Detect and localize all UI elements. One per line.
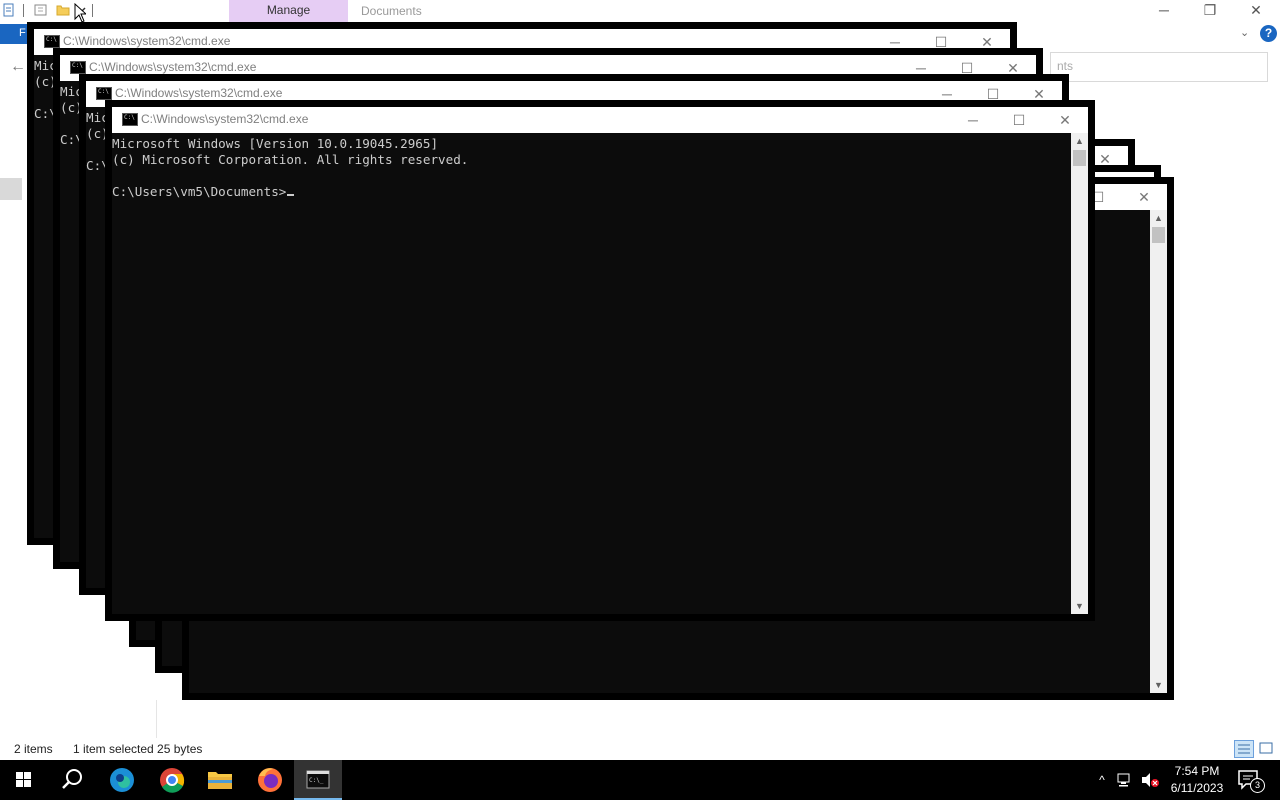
- address-text: nts: [1057, 59, 1074, 73]
- cmd-titlebar[interactable]: C:\Windows\system32\cmd.exe ─ ☐ ✕: [86, 81, 1062, 107]
- nav-pane-divider: [156, 700, 157, 738]
- close-button[interactable]: ✕: [1233, 0, 1279, 22]
- selection-info: 1 item selected 25 bytes: [73, 742, 203, 756]
- volume-muted-icon[interactable]: [1140, 771, 1160, 789]
- status-bar: 2 items 1 item selected 25 bytes: [0, 738, 1280, 760]
- scroll-down-arrow-icon[interactable]: ▼: [1071, 598, 1088, 614]
- file-explorer-icon[interactable]: [196, 760, 244, 800]
- details-view-icon[interactable]: [1234, 740, 1254, 758]
- minimize-button[interactable]: ─: [898, 55, 944, 81]
- close-icon[interactable]: ✕: [1082, 146, 1128, 172]
- cmd-window-title: C:\Windows\system32\cmd.exe: [89, 60, 257, 74]
- file-tab[interactable]: F: [0, 24, 28, 44]
- explorer-titlebar: Manage Documents ─ ❐ ✕: [0, 0, 1280, 22]
- minimize-button[interactable]: ─: [872, 29, 918, 55]
- separator: [92, 4, 93, 17]
- minimize-button[interactable]: ─: [1141, 0, 1187, 22]
- close-button[interactable]: ✕: [990, 55, 1036, 81]
- close-button[interactable]: ✕: [964, 29, 1010, 55]
- cmd-window-title: C:\Windows\system32\cmd.exe: [63, 34, 231, 48]
- console-output[interactable]: Microsoft Windows [Version 10.0.19045.29…: [112, 133, 1088, 614]
- cmd-taskbar-icon[interactable]: C:\_: [294, 760, 342, 800]
- close-button[interactable]: ✕: [1016, 81, 1062, 107]
- window-title: Documents: [361, 4, 422, 18]
- maximize-button[interactable]: ☐: [944, 55, 990, 81]
- scroll-up-arrow-icon[interactable]: ▲: [1071, 133, 1088, 149]
- network-icon[interactable]: [1117, 771, 1135, 789]
- start-icon[interactable]: [0, 760, 48, 800]
- console-text: Mic (c) C:\: [34, 58, 57, 121]
- clock[interactable]: 7:54 PM 6/11/2023: [1160, 763, 1234, 797]
- scrollbar[interactable]: ▲ ▼: [1150, 210, 1167, 693]
- cmd-window-title: C:\Windows\system32\cmd.exe: [115, 86, 283, 100]
- console-prompt: C:\Users\vm5\Documents>: [112, 184, 287, 199]
- minimize-button[interactable]: ─: [950, 107, 996, 133]
- console-version-line: Microsoft Windows [Version 10.0.19045.29…: [112, 136, 439, 151]
- new-folder-icon[interactable]: [56, 3, 70, 17]
- scroll-up-arrow-icon[interactable]: ▲: [1150, 210, 1167, 226]
- notification-center-icon[interactable]: 3: [1236, 768, 1265, 793]
- firefox-icon[interactable]: [246, 760, 294, 800]
- restore-button[interactable]: ❐: [1187, 0, 1233, 22]
- maximize-button[interactable]: ☐: [970, 81, 1016, 107]
- svg-text:C:\_: C:\_: [309, 777, 324, 784]
- cmd-app-icon: [122, 113, 138, 126]
- edge-icon[interactable]: [98, 760, 146, 800]
- cmd-titlebar[interactable]: C:\Windows\system32\cmd.exe ─ ☐ ✕: [34, 29, 1010, 55]
- scrollbar[interactable]: ▲ ▼: [1071, 133, 1088, 614]
- text-cursor: [287, 194, 295, 196]
- clock-date: 6/11/2023: [1170, 781, 1224, 795]
- minimize-button[interactable]: ─: [924, 81, 970, 107]
- scroll-down-arrow-icon[interactable]: ▼: [1150, 677, 1167, 693]
- notification-badge: 3: [1250, 778, 1265, 793]
- tab-manage[interactable]: Manage: [229, 0, 348, 22]
- maximize-button[interactable]: ☐: [918, 29, 964, 55]
- scroll-thumb[interactable]: [1152, 227, 1165, 243]
- cmd-window-active[interactable]: C:\Windows\system32\cmd.exe ─ ☐ ✕ Micros…: [112, 107, 1088, 614]
- console-text: Mic (c) C:\: [60, 84, 83, 147]
- console-copyright-line: (c) Microsoft Corporation. All rights re…: [112, 152, 469, 167]
- cmd-app-icon: [70, 61, 86, 74]
- item-count: 2 items: [14, 742, 53, 756]
- taskbar: C:\_ ^ 7:54 PM 6/11/2023 3: [0, 760, 1280, 800]
- document-properties-icon[interactable]: [2, 3, 16, 17]
- nav-pane-selected-item[interactable]: [0, 178, 22, 200]
- separator: [23, 4, 24, 17]
- close-button[interactable]: ✕: [1042, 107, 1088, 133]
- address-bar[interactable]: nts: [1050, 52, 1268, 82]
- mouse-cursor-icon: [74, 2, 88, 23]
- cmd-app-icon: [96, 87, 112, 100]
- large-icons-view-icon[interactable]: [1257, 740, 1275, 756]
- cmd-app-icon: [44, 35, 60, 48]
- properties-icon[interactable]: [34, 3, 48, 17]
- cmd-titlebar[interactable]: C:\Windows\system32\cmd.exe ─ ☐ ✕: [112, 107, 1088, 133]
- help-icon[interactable]: ?: [1260, 25, 1277, 42]
- expand-ribbon-chevron-icon[interactable]: ⌄: [1240, 26, 1249, 39]
- clock-time: 7:54 PM: [1174, 764, 1220, 778]
- search-icon[interactable]: [48, 760, 96, 800]
- scroll-thumb[interactable]: [1073, 150, 1086, 166]
- cmd-window-title: C:\Windows\system32\cmd.exe: [141, 112, 309, 126]
- tray-chevron-icon[interactable]: ^: [1094, 770, 1110, 790]
- chrome-icon[interactable]: [148, 760, 196, 800]
- back-arrow-icon[interactable]: ←: [10, 58, 26, 76]
- console-text: Mic (c) C:\: [86, 110, 109, 173]
- maximize-button[interactable]: ☐: [996, 107, 1042, 133]
- close-button[interactable]: ✕: [1121, 184, 1167, 210]
- cmd-titlebar[interactable]: C:\Windows\system32\cmd.exe ─ ☐ ✕: [60, 55, 1036, 81]
